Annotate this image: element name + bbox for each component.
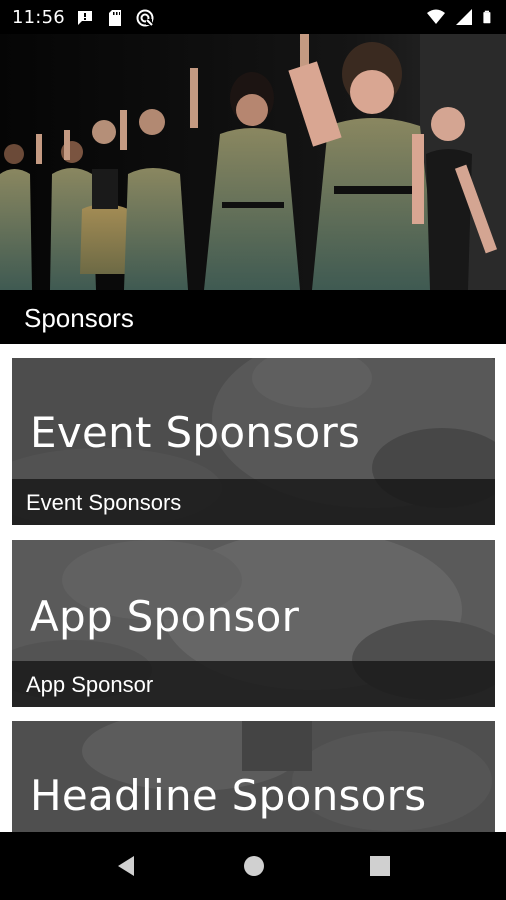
card-caption: Event Sponsors <box>26 490 182 515</box>
card-caption-bar: Event Sponsors <box>12 479 495 525</box>
status-bar: 11:56 <box>0 0 506 34</box>
sd-card-icon <box>109 10 121 26</box>
status-notification-icons <box>75 8 155 28</box>
hero-image <box>0 34 506 290</box>
status-time: 11:56 <box>12 7 65 28</box>
card-app-sponsor[interactable]: App Sponsor App Sponsor <box>12 540 495 707</box>
signal-icon <box>456 9 472 25</box>
recents-icon[interactable] <box>366 852 394 880</box>
card-event-sponsors[interactable]: Event Sponsors Event Sponsors <box>12 358 495 525</box>
card-caption: App Sponsor <box>26 672 154 697</box>
battery-icon <box>483 10 491 24</box>
card-heading: Event Sponsors <box>30 408 361 457</box>
home-icon[interactable] <box>240 852 268 880</box>
status-system-icons <box>426 7 496 27</box>
performers-illustration <box>0 34 506 290</box>
card-heading: App Sponsor <box>30 592 300 641</box>
card-caption-bar: App Sponsor <box>12 661 495 707</box>
page-title: Sponsors <box>24 303 134 333</box>
back-icon[interactable] <box>112 852 140 880</box>
sponsor-category-list: Event Sponsors Event Sponsors App Sponso… <box>0 344 506 832</box>
card-heading: Headline Sponsors <box>30 771 427 820</box>
message-icon <box>78 11 92 25</box>
wifi-icon <box>427 9 445 24</box>
card-headline-sponsors[interactable]: Headline Sponsors <box>12 721 495 832</box>
section-header: Sponsors <box>0 290 506 344</box>
system-nav-bar <box>0 832 506 900</box>
data-saver-icon <box>136 9 154 27</box>
